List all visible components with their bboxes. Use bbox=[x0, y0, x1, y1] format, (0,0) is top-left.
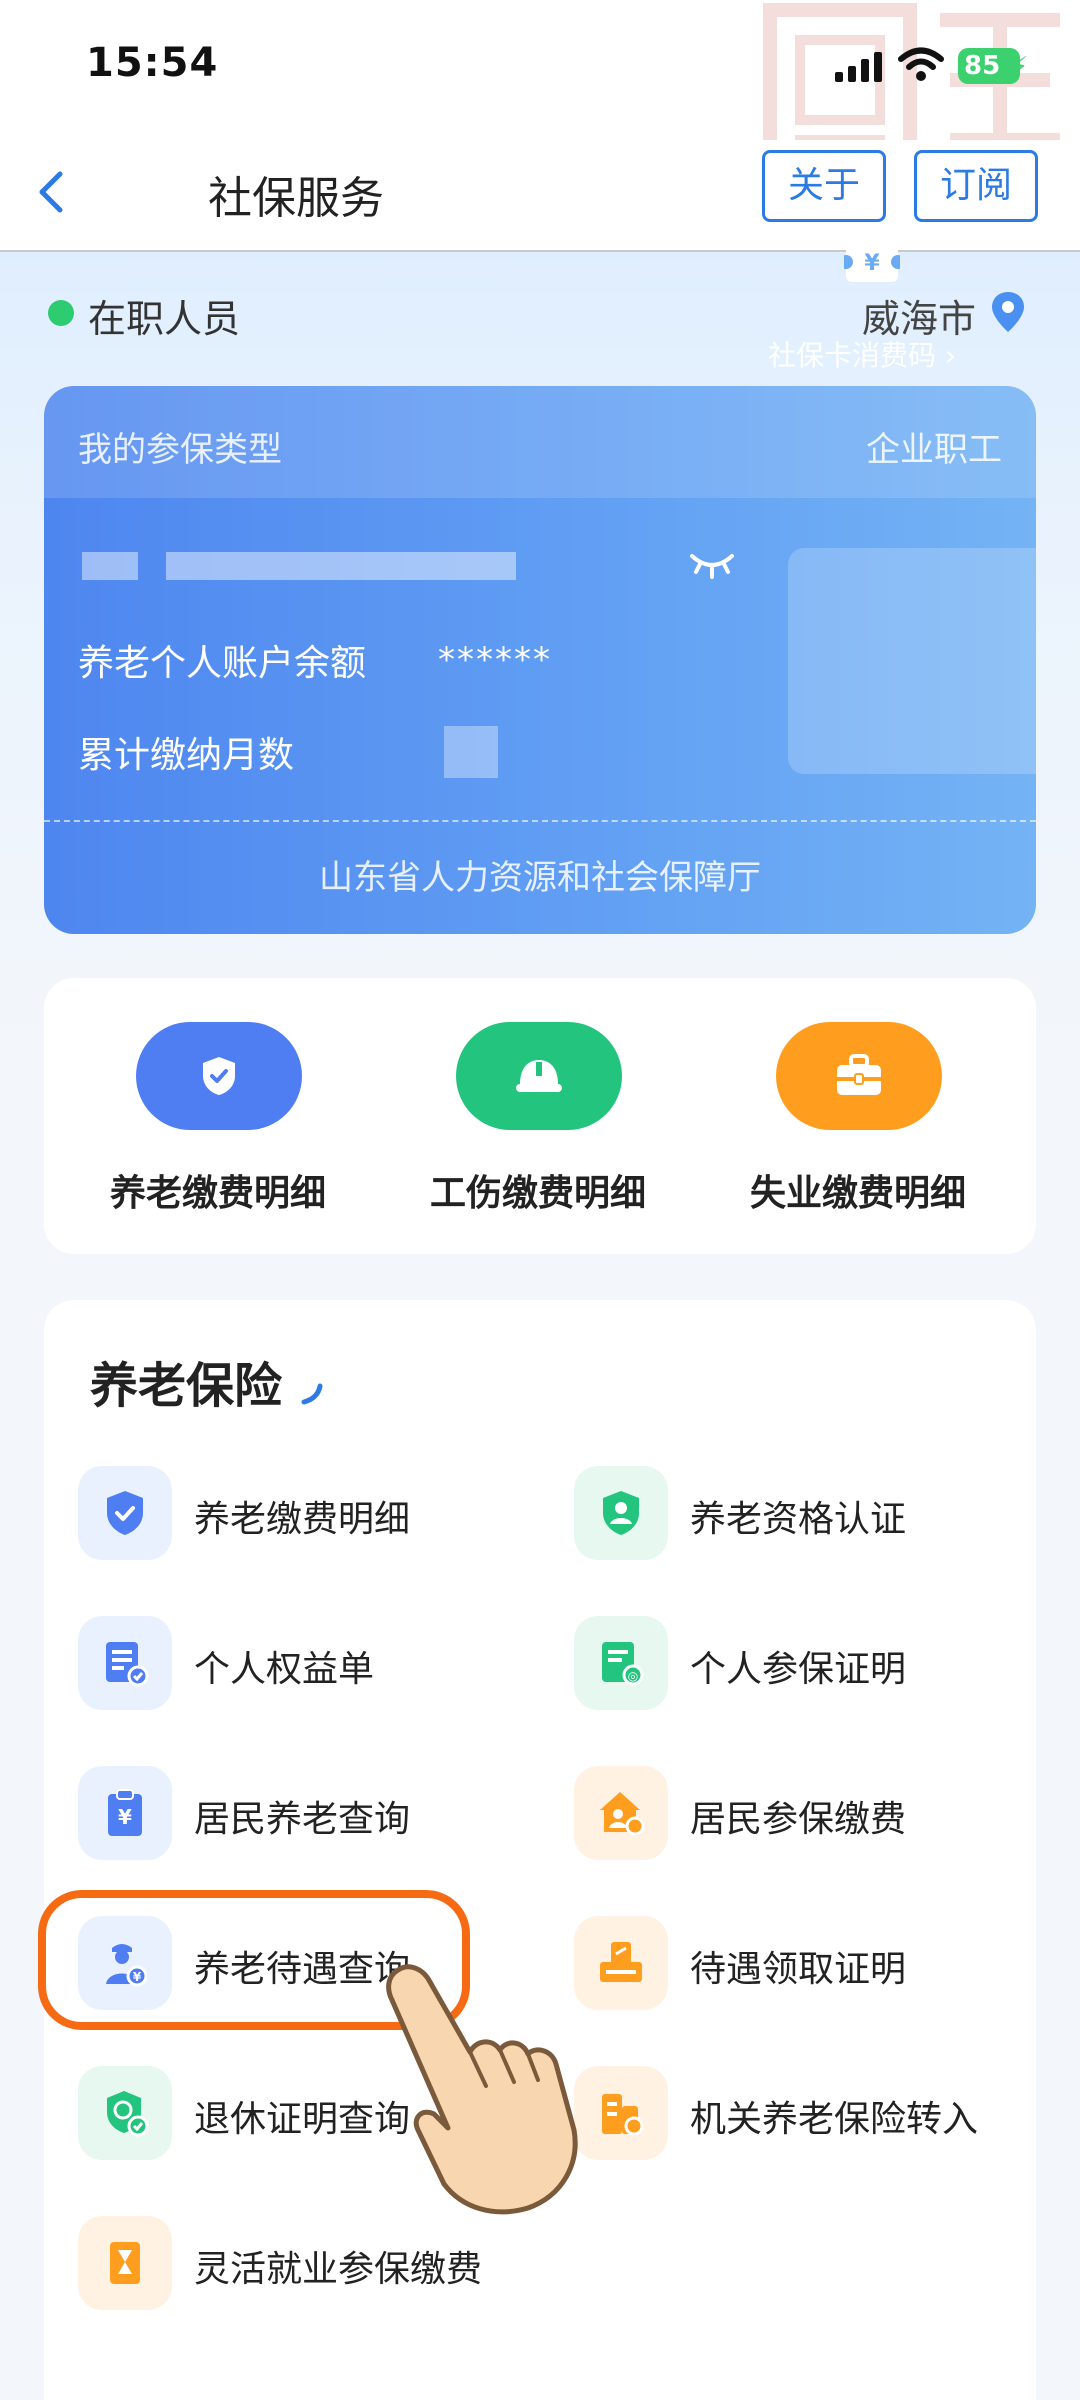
insurance-certificate-label[interactable]: 个人参保证明 bbox=[690, 1640, 906, 1692]
rights-statement-label[interactable]: 个人权益单 bbox=[194, 1640, 374, 1692]
masked-months bbox=[444, 726, 498, 778]
rights-statement-item[interactable] bbox=[78, 1616, 172, 1710]
quick-pension-payment-label[interactable]: 养老缴费明细 bbox=[68, 1164, 368, 1216]
flexible-employment-payment-label[interactable]: 灵活就业参保缴费 bbox=[194, 2240, 482, 2292]
pension-payment-item[interactable] bbox=[78, 1466, 172, 1560]
quick-injury-payment-label[interactable]: 工伤缴费明细 bbox=[388, 1164, 688, 1216]
location-pin-icon[interactable] bbox=[990, 290, 1026, 334]
svg-text:¥: ¥ bbox=[864, 251, 880, 276]
house-person-icon bbox=[600, 1792, 645, 1836]
insurance-certificate-item[interactable]: ◎ bbox=[574, 1616, 668, 1710]
section-title: 养老保险 bbox=[90, 1358, 283, 1414]
shield-check-icon bbox=[107, 1491, 143, 1535]
shield-badge-icon bbox=[107, 2091, 149, 2137]
insurance-type-value: 企业职工 bbox=[866, 430, 1002, 470]
payment-ticket-icon: ¥ bbox=[844, 242, 900, 282]
quick-unemployment-payment-button[interactable] bbox=[776, 1022, 942, 1130]
eye-closed-icon[interactable] bbox=[688, 546, 736, 580]
clipboard-yuan-icon: ¥ bbox=[108, 1789, 142, 1836]
hourglass-icon bbox=[110, 2242, 140, 2284]
insurance-type-label: 我的参保类型 bbox=[78, 430, 282, 470]
quick-injury-payment-button[interactable] bbox=[456, 1022, 622, 1130]
pension-payment-label[interactable]: 养老缴费明细 bbox=[194, 1490, 410, 1542]
pension-services-panel bbox=[44, 1300, 1036, 2400]
months-label: 累计缴纳月数 bbox=[78, 735, 295, 776]
page-title: 社保服务 bbox=[208, 173, 384, 224]
benefit-receipt-certificate-item[interactable] bbox=[574, 1916, 668, 2010]
section-accent-mark bbox=[301, 1383, 323, 1405]
stamp-icon bbox=[600, 1942, 642, 1982]
employment-status: 在职人员 bbox=[88, 297, 241, 341]
pension-qualification-item[interactable] bbox=[574, 1466, 668, 1560]
pension-qualification-label[interactable]: 养老资格认证 bbox=[690, 1490, 906, 1542]
employment-status-dot bbox=[48, 300, 74, 326]
certificate-icon: ◎ bbox=[602, 1642, 644, 1686]
resident-insurance-payment-label[interactable]: 居民参保缴费 bbox=[690, 1790, 906, 1842]
clock: 15:54 bbox=[86, 40, 219, 86]
retirement-certificate-query-item[interactable] bbox=[78, 2066, 172, 2160]
quick-unemployment-payment-label[interactable]: 失业缴费明细 bbox=[708, 1164, 1008, 1216]
subscribe-button[interactable]: 订阅 bbox=[914, 150, 1038, 222]
government-pension-transfer-item[interactable] bbox=[574, 2066, 668, 2160]
insurance-card: 我的参保类型 企业职工 养老个人账户余额 ****** 累计缴纳月数 山东省人力… bbox=[44, 386, 1036, 934]
payment-code-label[interactable]: 社保卡消费码 › bbox=[768, 334, 956, 374]
svg-text:¥: ¥ bbox=[118, 1805, 132, 1829]
benefit-receipt-certificate-label[interactable]: 待遇领取证明 bbox=[690, 1940, 906, 1992]
helmet-icon bbox=[516, 1060, 562, 1092]
shield-check-icon bbox=[203, 1057, 235, 1095]
pointing-hand-icon bbox=[386, 1964, 578, 2215]
flexible-employment-payment-item[interactable] bbox=[78, 2216, 172, 2310]
masked-id-number bbox=[166, 552, 516, 580]
quick-pension-payment-button[interactable] bbox=[136, 1022, 302, 1130]
government-pension-transfer-label[interactable]: 机关养老保险转入 bbox=[690, 2090, 978, 2142]
signal-icon bbox=[835, 52, 882, 82]
resident-pension-query-label[interactable]: 居民养老查询 bbox=[194, 1790, 410, 1842]
payment-code-button[interactable] bbox=[788, 548, 1036, 774]
back-arrow-icon[interactable] bbox=[28, 162, 78, 222]
about-button[interactable]: 关于 bbox=[762, 150, 886, 222]
resident-insurance-payment-item[interactable] bbox=[574, 1766, 668, 1860]
building-transfer-icon bbox=[602, 2094, 644, 2136]
balance-value: ****** bbox=[438, 640, 552, 680]
briefcase-icon bbox=[837, 1054, 881, 1095]
balance-label: 养老个人账户余额 bbox=[78, 643, 367, 684]
shield-person-icon bbox=[603, 1491, 639, 1535]
charging-icon: ⚡ bbox=[1010, 52, 1029, 82]
document-list-icon bbox=[106, 1642, 149, 1687]
resident-pension-query-item[interactable]: ¥ bbox=[78, 1766, 172, 1860]
card-issuer: 山东省人力资源和社会保障厅 bbox=[319, 858, 761, 898]
masked-name bbox=[82, 552, 138, 580]
card-divider bbox=[44, 820, 1036, 822]
svg-text:◎: ◎ bbox=[628, 1669, 638, 1683]
wifi-icon bbox=[898, 47, 944, 81]
